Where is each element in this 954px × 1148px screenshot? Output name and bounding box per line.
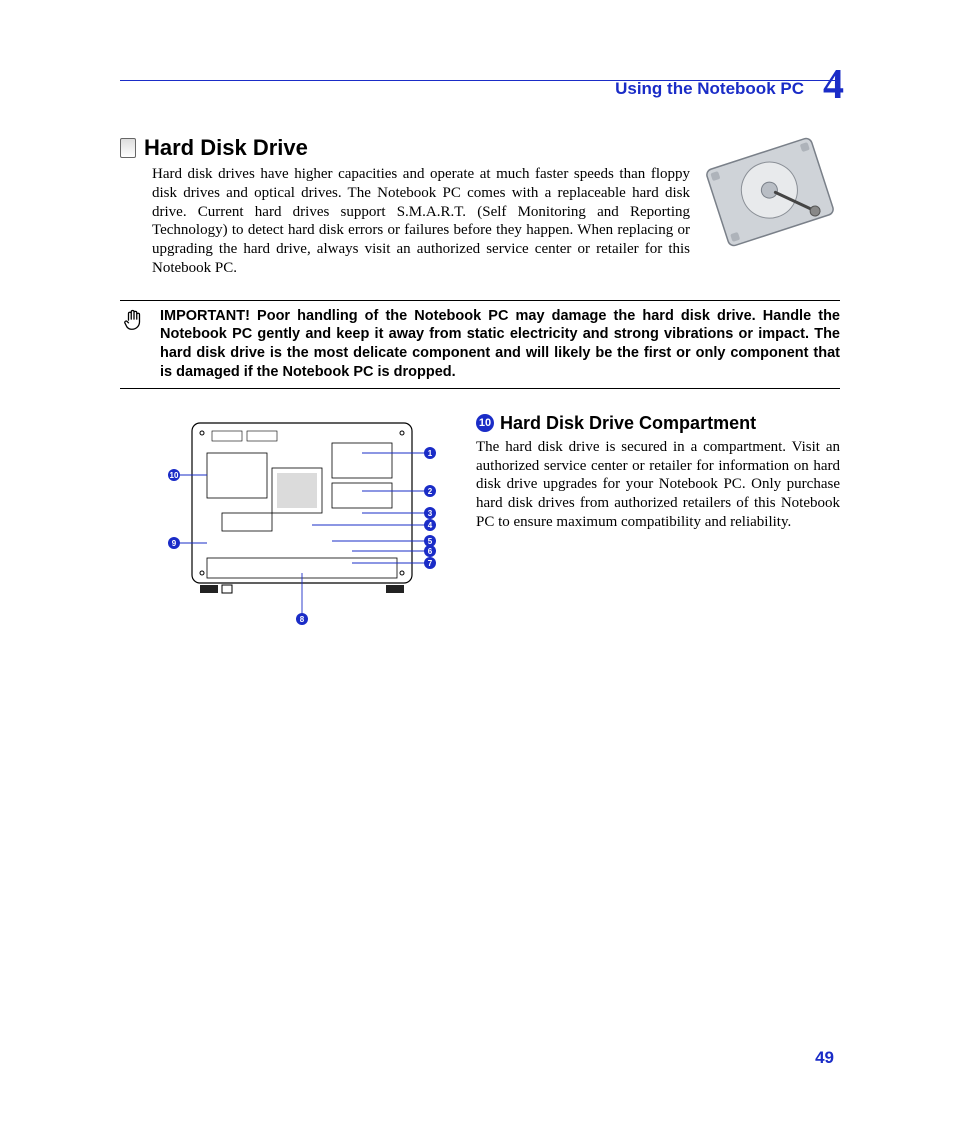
- two-column-section: 1 2 3 4 5 6 7 9 10 8 10 Hard Disk Driv: [120, 413, 840, 638]
- callout-number-icon: 10: [476, 414, 494, 432]
- bottom-view-diagram: 1 2 3 4 5 6 7 9 10 8: [120, 413, 452, 638]
- hard-disk-photo: [700, 137, 840, 247]
- compartment-column: 10 Hard Disk Drive Compartment The hard …: [476, 413, 840, 638]
- section-title: Hard Disk Drive: [144, 135, 308, 161]
- diagram-callout-5: 5: [428, 537, 433, 546]
- important-text: IMPORTANT! Poor handling of the Notebook…: [160, 307, 840, 382]
- hand-stop-icon: [120, 307, 148, 382]
- chapter-header: Using the Notebook PC 4: [120, 80, 840, 117]
- page-number: 49: [815, 1048, 834, 1068]
- hdd-icon: [120, 138, 136, 158]
- diagram-callout-9: 9: [172, 539, 177, 548]
- chapter-label: Using the Notebook PC: [615, 79, 804, 99]
- compartment-heading-row: 10 Hard Disk Drive Compartment: [476, 413, 840, 434]
- diagram-callout-1: 1: [428, 449, 433, 458]
- intro-block: Hard disk drives have higher capacities …: [120, 165, 840, 278]
- diagram-callout-7: 7: [428, 559, 433, 568]
- important-box: IMPORTANT! Poor handling of the Notebook…: [120, 300, 840, 389]
- compartment-title: Hard Disk Drive Compartment: [500, 413, 756, 434]
- diagram-callout-6: 6: [428, 547, 433, 556]
- diagram-callout-3: 3: [428, 509, 433, 518]
- diagram-callout-4: 4: [428, 521, 433, 530]
- diagram-callout-10: 10: [170, 471, 179, 480]
- diagram-callout-2: 2: [428, 487, 433, 496]
- chapter-number: 4: [823, 61, 844, 109]
- compartment-text: The hard disk drive is secured in a comp…: [476, 438, 840, 532]
- diagram-callout-8: 8: [300, 615, 305, 624]
